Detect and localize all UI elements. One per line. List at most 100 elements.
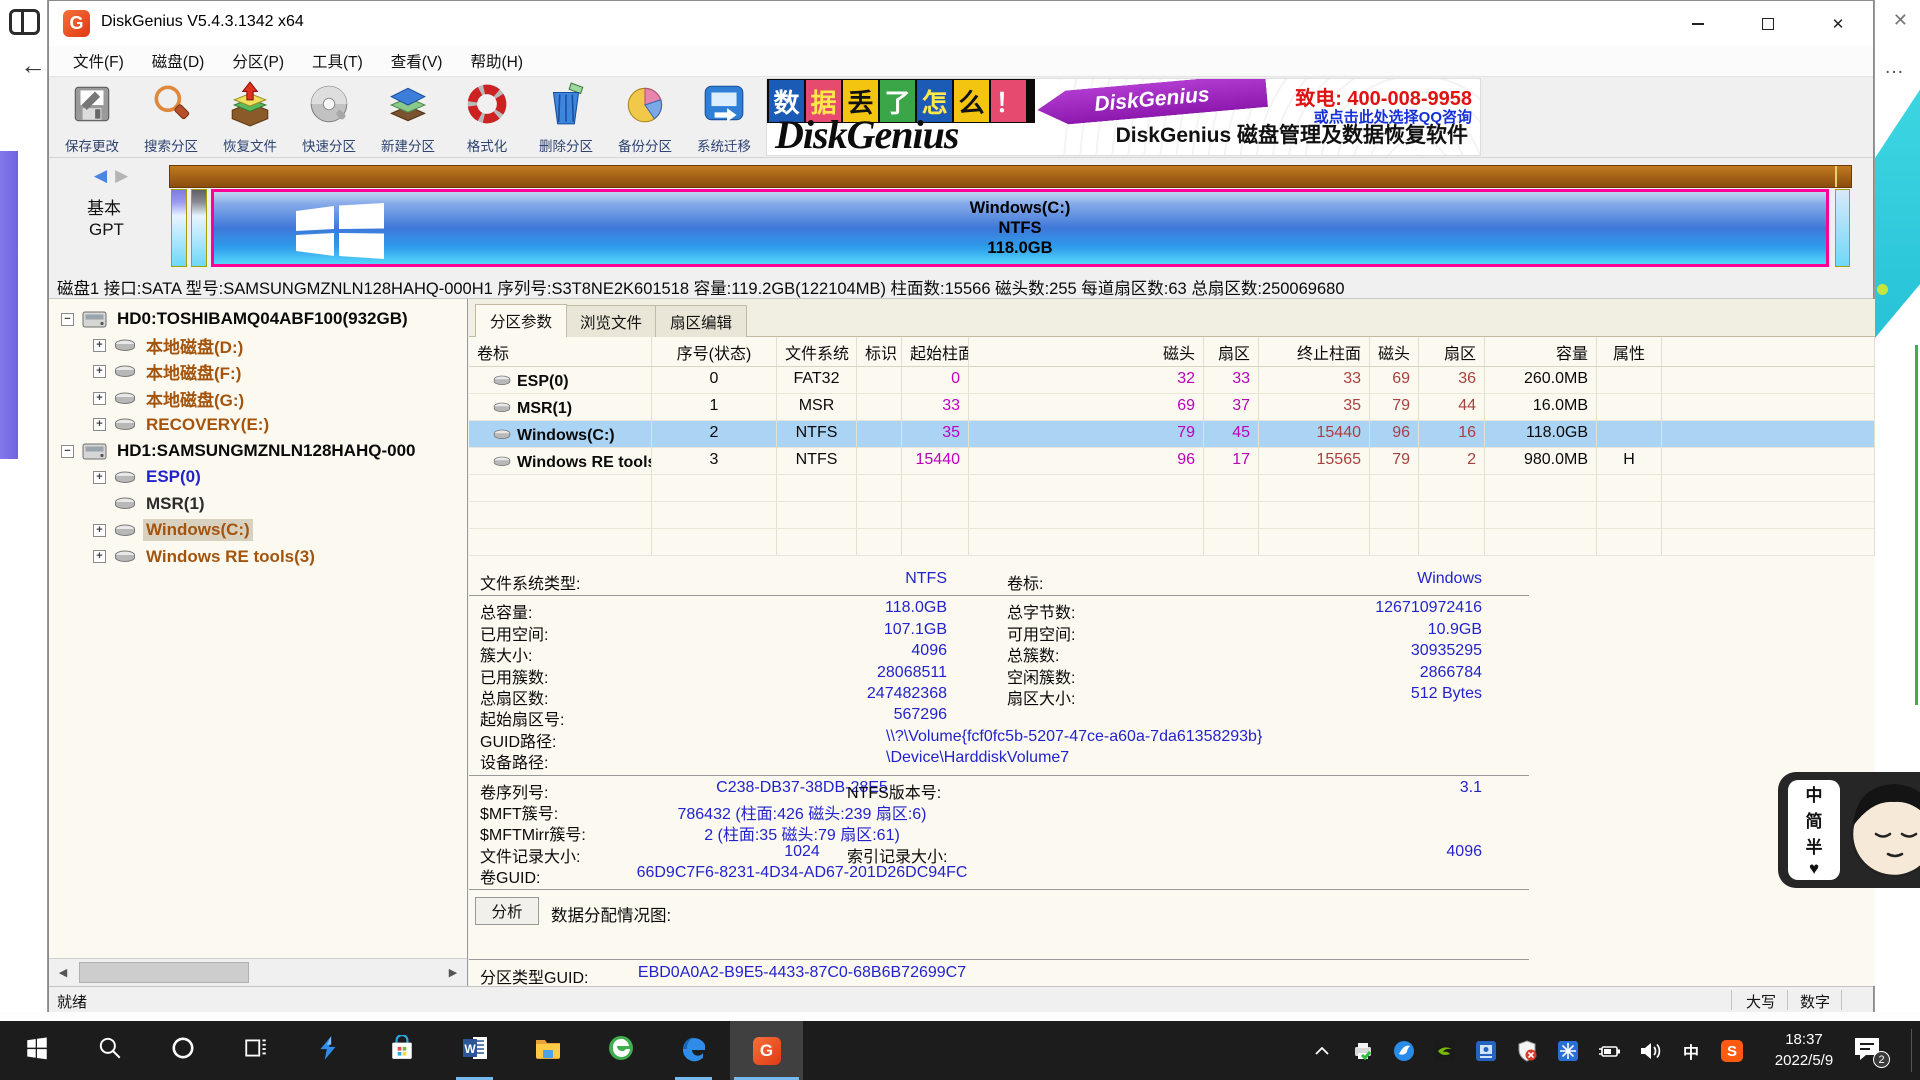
table-row-2[interactable]: Windows(C:)2NTFS357945154409616118.0GB [469, 421, 1875, 448]
column-header-8[interactable]: 磁头 [1370, 337, 1419, 366]
toolbar-button-1[interactable]: 搜索分区 [132, 79, 210, 156]
notification-center-icon[interactable]: 2 [1852, 1035, 1886, 1065]
background-ellipsis-icon[interactable]: … [1884, 56, 1906, 79]
expand-icon[interactable]: + [93, 339, 106, 352]
tab-0[interactable]: 分区参数 [475, 304, 567, 337]
tree-item-windows-c-[interactable]: +Windows(C:) [93, 518, 253, 542]
task-view-taskbar-button[interactable] [219, 1021, 292, 1080]
edge-taskbar-button[interactable] [657, 1021, 730, 1080]
toolbar-button-0[interactable]: 保存更改 [53, 79, 131, 156]
tree-item--f-[interactable]: +本地磁盘(F:) [93, 360, 244, 384]
menu-item-2[interactable]: 分区(P) [218, 46, 298, 76]
tab-1[interactable]: 浏览文件 [565, 305, 657, 337]
expand-icon[interactable]: + [93, 392, 106, 405]
column-header-9[interactable]: 扇区 [1419, 337, 1485, 366]
table-row-0[interactable]: ESP(0)0FAT3203233336936260.0MB [469, 367, 1875, 394]
chevron-up-icon[interactable] [1308, 1037, 1336, 1065]
expand-icon[interactable]: + [93, 471, 106, 484]
toolbar-button-7[interactable]: 备份分区 [606, 79, 684, 156]
maximize-button[interactable] [1733, 1, 1803, 46]
power-plug-icon[interactable] [1595, 1037, 1623, 1065]
prev-disk-icon[interactable]: ◀ [94, 166, 107, 185]
menu-item-1[interactable]: 磁盘(D) [138, 46, 219, 76]
minimize-button[interactable] [1663, 1, 1733, 46]
store-taskbar-button[interactable] [365, 1021, 438, 1080]
analyze-button[interactable]: 分析 [475, 897, 539, 925]
toolbar-button-5[interactable]: 格式化 [448, 79, 526, 156]
diskgenius-taskbar-taskbar-button[interactable]: G [730, 1021, 803, 1080]
green-browser-taskbar-button[interactable] [584, 1021, 657, 1080]
scroll-thumb[interactable] [79, 962, 249, 983]
column-header-7[interactable]: 终止柱面 [1259, 337, 1370, 366]
ime-zh-icon[interactable]: 中 [1677, 1037, 1705, 1065]
ime-status-char[interactable]: 简 [1806, 807, 1823, 832]
disk-nav-arrows[interactable]: ◀▶ [94, 166, 128, 186]
nvidia-icon[interactable] [1431, 1037, 1459, 1065]
ad-banner[interactable]: 数据丢了怎么！ DiskGenius 致电: 400-008-9958 或点击此… [766, 78, 1481, 156]
column-header-6[interactable]: 扇区 [1204, 337, 1259, 366]
expand-icon[interactable]: + [93, 365, 106, 378]
windows-start-taskbar-button[interactable] [0, 1021, 73, 1080]
next-disk-icon[interactable]: ▶ [115, 166, 128, 185]
collapse-icon[interactable]: − [61, 313, 74, 326]
volume-icon[interactable] [1636, 1037, 1664, 1065]
ime-status-char[interactable]: ♥ [1809, 859, 1819, 879]
column-header-3[interactable]: 标识 [857, 337, 902, 366]
tree-item--d-[interactable]: +本地磁盘(D:) [93, 333, 246, 357]
menu-item-5[interactable]: 帮助(H) [456, 46, 537, 76]
printer-check-icon[interactable] [1349, 1037, 1377, 1065]
partition-bar-remainder[interactable] [1835, 189, 1850, 267]
tree-item-hd0-toshibamq04abf100-932gb-[interactable]: −HD0:TOSHIBAMQ04ABF100(932GB) [61, 307, 411, 331]
intel-graphics-icon[interactable] [1472, 1037, 1500, 1065]
column-header-0[interactable]: 卷标 [469, 337, 652, 366]
menu-item-0[interactable]: 文件(F) [59, 46, 138, 76]
back-arrow-icon[interactable]: ← [20, 50, 46, 81]
partition-bar-esp[interactable] [171, 189, 187, 267]
word-taskbar-button[interactable]: W [438, 1021, 511, 1080]
tree-item-hd1-samsungmznln128hahq-000[interactable]: −HD1:SAMSUNGMZNLN128HAHQ-000 [61, 439, 419, 463]
tree-item-windows-re-tools-3-[interactable]: +Windows RE tools(3) [93, 545, 318, 569]
tree-item-recovery-e-[interactable]: +RECOVERY(E:) [93, 413, 272, 437]
toolbar-button-4[interactable]: 新建分区 [369, 79, 447, 156]
ime-status-char[interactable]: 半 [1806, 833, 1823, 858]
tree-item-msr-1-[interactable]: MSR(1) [93, 492, 208, 516]
tree-item--g-[interactable]: +本地磁盘(G:) [93, 386, 247, 410]
ime-status-char[interactable]: 中 [1806, 781, 1823, 806]
sogou-icon[interactable]: S [1718, 1037, 1746, 1065]
column-header-4[interactable]: 起始柱面 [902, 337, 969, 366]
partition-bar-msr[interactable] [191, 189, 207, 267]
toolbar-button-3[interactable]: 快速分区 [290, 79, 368, 156]
expand-icon[interactable]: + [93, 524, 106, 537]
expand-icon[interactable]: + [93, 418, 106, 431]
toolbar-button-8[interactable]: 系统迁移 [685, 79, 763, 156]
menu-item-4[interactable]: 查看(V) [377, 46, 457, 76]
column-header-1[interactable]: 序号(状态) [652, 337, 777, 366]
column-header-11[interactable]: 属性 [1597, 337, 1662, 366]
collapse-icon[interactable]: − [61, 445, 74, 458]
scroll-left-icon[interactable]: ◀ [49, 959, 77, 986]
column-header-2[interactable]: 文件系统 [777, 337, 857, 366]
table-row-3[interactable]: Windows RE tools(3)3NTFS1544096171556579… [469, 448, 1875, 475]
cortana-taskbar-button[interactable] [146, 1021, 219, 1080]
taskbar-clock[interactable]: 18:37 2022/5/9 [1762, 1029, 1846, 1071]
close-button[interactable]: ✕ [1803, 1, 1873, 46]
ime-widget[interactable]: 中简半♥ [1778, 768, 1920, 894]
ime-status-panel[interactable]: 中简半♥ [1788, 780, 1840, 880]
bird-app-icon[interactable] [1390, 1037, 1418, 1065]
column-header-5[interactable]: 磁头 [969, 337, 1204, 366]
defender-alert-icon[interactable] [1513, 1037, 1541, 1065]
disk-header-strip[interactable] [169, 165, 1852, 188]
flash-app-taskbar-button[interactable] [292, 1021, 365, 1080]
menu-item-3[interactable]: 工具(T) [298, 46, 377, 76]
snowflake-icon[interactable] [1554, 1037, 1582, 1065]
background-close-icon[interactable]: ✕ [1893, 10, 1908, 31]
show-desktop-divider[interactable] [1911, 1029, 1912, 1072]
tree-horizontal-scrollbar[interactable]: ◀ ▶ [49, 958, 467, 986]
partition-bar-windows-c[interactable]: Windows(C:) NTFS 118.0GB [211, 189, 1829, 267]
column-header-10[interactable]: 容量 [1485, 337, 1597, 366]
scroll-right-icon[interactable]: ▶ [439, 959, 467, 986]
tree-item-esp-0-[interactable]: +ESP(0) [93, 465, 204, 489]
tab-2[interactable]: 扇区编辑 [655, 305, 747, 337]
file-explorer-taskbar-button[interactable] [511, 1021, 584, 1080]
toolbar-button-6[interactable]: 删除分区 [527, 79, 605, 156]
